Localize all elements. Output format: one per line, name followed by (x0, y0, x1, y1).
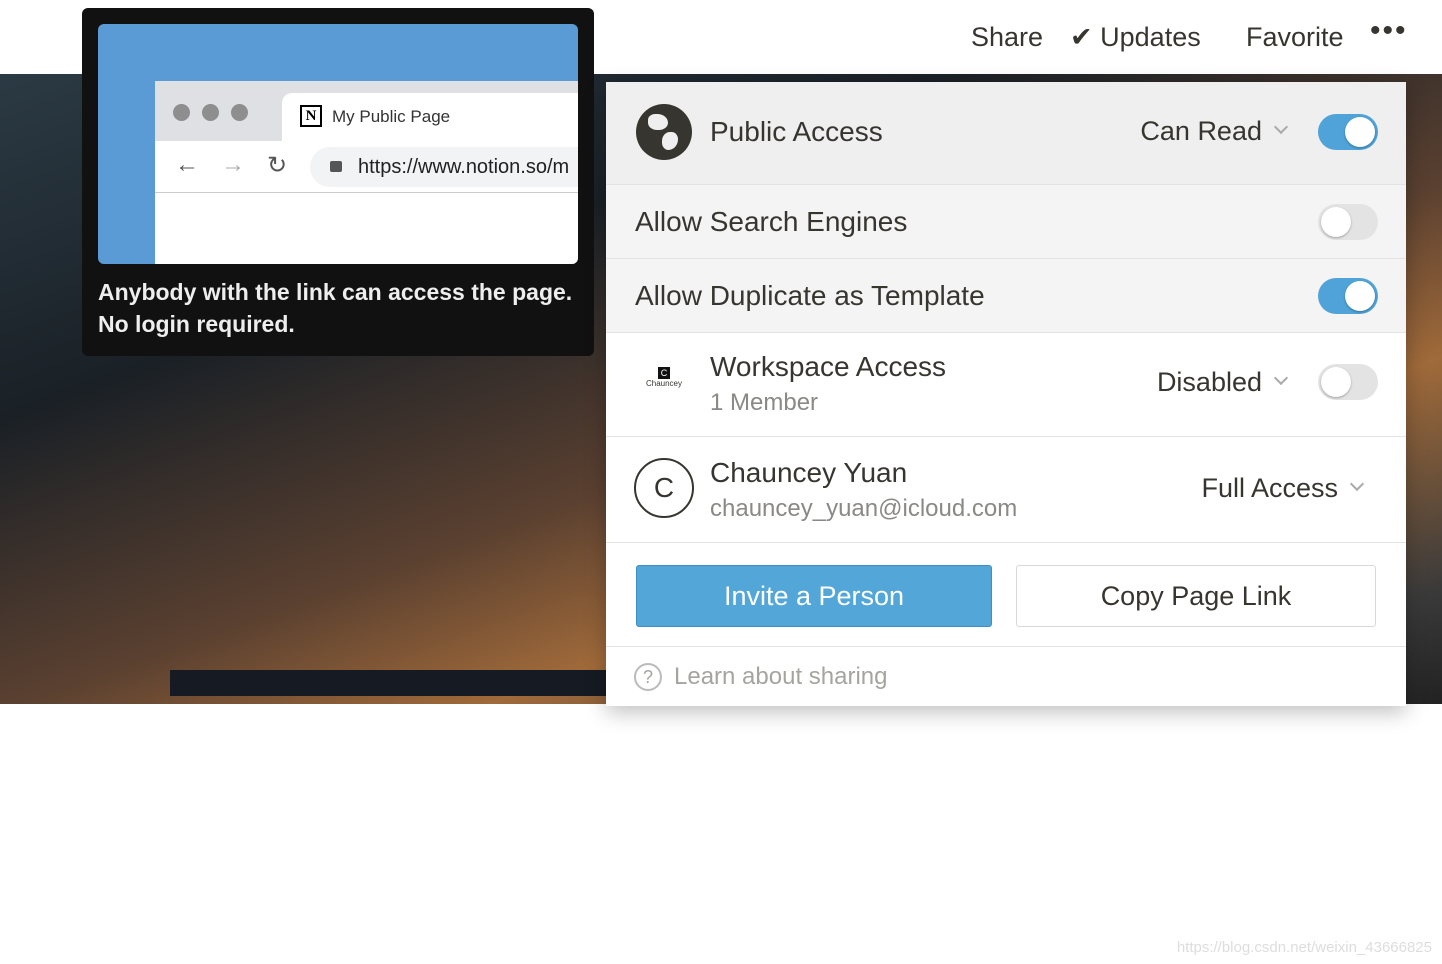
permission-value: Disabled (1156, 367, 1262, 397)
user-email: chauncey_yuan@icloud.com (710, 495, 1018, 522)
check-icon: ✔ (1070, 22, 1093, 52)
browser-tab: N My Public Page (282, 93, 578, 141)
public-access-label: Public Access (710, 116, 883, 147)
more-icon[interactable]: ••• (1370, 14, 1408, 48)
notion-logo-icon: N (300, 105, 322, 127)
share-popup: Public Access Can Read Allow Search Engi… (606, 82, 1406, 706)
window-dot (202, 104, 219, 121)
duplicate-template-toggle[interactable] (1318, 278, 1378, 314)
actions-row: Invite a Person Copy Page Link (606, 543, 1406, 647)
browser-preview: N My Public Page ← → ↻ https://www.notion… (98, 24, 578, 264)
watermark: https://blog.csdn.net/weixin_43666825 (1176, 939, 1432, 956)
learn-sharing-label: Learn about sharing (674, 662, 888, 690)
permission-value: Full Access (1201, 473, 1338, 503)
user-name: Chauncey Yuan (710, 457, 908, 488)
browser-nav: ← → ↻ https://www.notion.so/m (155, 141, 578, 193)
permission-value: Can Read (1140, 116, 1262, 146)
tooltip-text: Anybody with the link can access the pag… (98, 276, 572, 340)
globe-icon (636, 104, 692, 160)
window-dot (173, 104, 190, 121)
tooltip-line-1: Anybody with the link can access the pag… (98, 279, 573, 305)
tooltip-line-2: No login required. (98, 311, 295, 337)
workspace-access-toggle[interactable] (1318, 364, 1378, 400)
help-icon: ? (634, 662, 662, 691)
workspace-access-row: C Chauncey Workspace Access 1 Member Disa… (606, 333, 1406, 437)
public-permission-dropdown[interactable]: Can Read (1140, 116, 1289, 147)
favorite-button[interactable]: Favorite (1246, 22, 1344, 53)
search-engines-label: Allow Search Engines (635, 206, 908, 237)
workspace-logo-text: Chauncey (645, 379, 683, 388)
user-row: C Chauncey Yuan chauncey_yuan@icloud.com… (606, 437, 1406, 543)
tab-title: My Public Page (332, 107, 451, 126)
updates-button[interactable]: ✔ Updates (1070, 22, 1201, 53)
share-button[interactable]: Share (971, 22, 1043, 53)
browser-window: N My Public Page ← → ↻ https://www.notion… (155, 81, 578, 264)
workspace-access-label: Workspace Access (710, 351, 947, 382)
search-engines-row: Allow Search Engines (606, 185, 1406, 259)
avatar: C (634, 458, 694, 518)
url-bar: https://www.notion.so/m (310, 147, 578, 187)
search-engines-toggle[interactable] (1318, 204, 1378, 240)
chevron-down-icon (1273, 119, 1289, 135)
invite-person-button[interactable]: Invite a Person (636, 565, 992, 627)
duplicate-template-row: Allow Duplicate as Template (606, 259, 1406, 333)
forward-icon: → (221, 151, 245, 178)
lock-icon (330, 161, 342, 172)
public-access-toggle[interactable] (1318, 114, 1378, 150)
workspace-logo: C Chauncey (645, 367, 683, 388)
browser-tabbar: N My Public Page (155, 81, 578, 141)
workspace-permission-dropdown[interactable]: Disabled (1156, 367, 1289, 398)
window-dot (231, 104, 248, 121)
public-access-row: Public Access Can Read (606, 82, 1406, 185)
learn-sharing-link[interactable]: ? Learn about sharing (634, 647, 888, 706)
chevron-down-icon (1349, 476, 1365, 492)
url-text: https://www.notion.so/m (358, 156, 570, 178)
chevron-down-icon (1273, 370, 1289, 386)
public-access-tooltip: N My Public Page ← → ↻ https://www.notion… (82, 8, 594, 356)
back-icon: ← (175, 151, 199, 178)
user-permission-dropdown[interactable]: Full Access (1201, 473, 1365, 504)
member-count: 1 Member (710, 389, 819, 416)
copy-page-link-button[interactable]: Copy Page Link (1016, 565, 1376, 627)
duplicate-template-label: Allow Duplicate as Template (635, 280, 985, 311)
cover-taskbar (170, 670, 606, 696)
updates-label: Updates (1100, 22, 1201, 52)
reload-icon: ↻ (267, 152, 288, 179)
